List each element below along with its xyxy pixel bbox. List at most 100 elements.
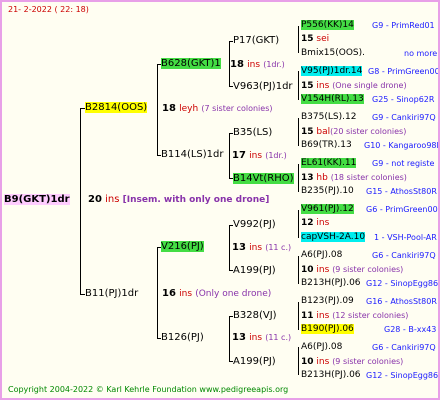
ancestor-colony[interactable]: A6(PJ).08 (301, 342, 342, 352)
gen3-a1-colony: P17(GKT) (233, 35, 279, 46)
ancestor-row: V95(PJ)1dr.14 (301, 66, 363, 77)
ancestor-row: Bmix15(OOS). (301, 48, 365, 59)
gen2-c-name[interactable]: V216(PJ) (161, 241, 204, 252)
ancestor-colony[interactable]: B69(TR).13 (301, 140, 352, 150)
copyright-footer: Copyright 2004-2022 © Karl Kehrle Founda… (8, 385, 289, 394)
ancestor-colony[interactable]: V95(PJ)1dr.14 (301, 66, 363, 76)
mating-note: (20 sister colonies) (330, 127, 407, 136)
gen1-top-info: 18 leyh (7 sister colonies) (162, 103, 273, 115)
gen3-c1-name[interactable]: V992(PJ) (233, 219, 276, 230)
gen2-b-unit: ins (249, 151, 263, 161)
ancestor-row: B213H(PJ).06 (301, 278, 361, 289)
mating-row: 15 ins (One single drone) (301, 80, 407, 92)
mating-row: 15 sei (301, 34, 329, 45)
gen2-c-info: 13 ins (11 c.) (232, 242, 291, 254)
ancestor-row: B375(LS).12 (301, 112, 356, 123)
gen1-top-note: (7 sister colonies) (201, 104, 273, 113)
mating-unit: bal (316, 127, 331, 137)
gen3-a2-colony: V963(PJ)1dr (233, 81, 293, 92)
ancestor-colony[interactable]: B213H(PJ).06 (301, 278, 361, 288)
ancestor-info: G12 - SinopEgg86R (366, 279, 440, 288)
ancestor-row: P556(KK)14 (301, 20, 354, 31)
gen3-c2-name[interactable]: A199(PJ) (233, 265, 276, 276)
ancestor-row: B235(PJ).10 (301, 186, 354, 197)
gen3-b1-colony: B35(LS) (233, 127, 272, 138)
mating-row: 11 ins (12 sister colonies) (301, 310, 408, 322)
connector (229, 133, 230, 179)
ancestor-info: G9 - Cankiri97Q (372, 113, 436, 122)
mating-note: (One single drone) (332, 81, 407, 90)
gen2-a-number: 18 (230, 59, 244, 70)
gen2-b-name[interactable]: B114(LS)1dr (161, 149, 224, 160)
gen2-c-unit: ins (249, 243, 263, 253)
mating-row: 10 ins (9 sister colonies) (301, 356, 403, 368)
mating-row: 12 ins (301, 218, 329, 229)
root-note: [Insem. with only one drone] (122, 195, 270, 205)
ancestor-colony[interactable]: B190(PJ).06 (301, 324, 354, 334)
ancestor-info: G28 - B-xx43 (384, 325, 437, 334)
gen2-d-number: 13 (232, 332, 246, 343)
ancestor-row: V961(PJ).12 (301, 204, 354, 215)
ancestor-colony[interactable]: B123(PJ).09 (301, 296, 354, 306)
gen3-d2-name[interactable]: A199(PJ) (233, 356, 276, 367)
root-insemination: 20 ins [Insem. with only one drone] (88, 194, 269, 206)
connector (229, 225, 230, 271)
gen2-b-colony: B114(LS)1dr (161, 149, 224, 161)
gen2-a-name[interactable]: B628(GKT)1 (161, 58, 221, 69)
gen2-d-name[interactable]: B126(PJ) (161, 332, 204, 343)
pedigree-frame: 21- 2-2022 ( 22: 18) B9(GKT)1dr 20 ins [… (0, 0, 440, 400)
connector (298, 302, 299, 330)
ancestor-colony[interactable]: A6(PJ).08 (301, 250, 342, 260)
ancestor-row: EL61(KK).11 (301, 158, 357, 169)
mating-unit: ins (316, 265, 330, 275)
mating-note: (12 sister colonies) (332, 311, 409, 320)
mating-number: 15 (301, 34, 314, 44)
gen1-top-name[interactable]: B2814(OOS) (85, 102, 148, 113)
ancestor-colony[interactable]: P556(KK)14 (301, 20, 354, 30)
gen3-d2-colony: A199(PJ) (233, 356, 276, 367)
mating-note: (18 sister colonies) (330, 173, 407, 182)
gen3-b2-name[interactable]: B14Vt(RHO) (233, 173, 294, 184)
mating-number: 10 (301, 265, 314, 275)
ancestor-info: G9 - not registe (372, 159, 435, 168)
gen3-d1-colony: B328(VJ) (233, 310, 277, 321)
connector (298, 256, 299, 284)
gen3-d1-name[interactable]: B328(VJ) (233, 310, 277, 321)
ancestor-row: A6(PJ).08 (301, 250, 342, 261)
mating-number: 15 (301, 127, 314, 137)
gen3-a1-name[interactable]: P17(GKT) (233, 35, 279, 46)
gen3-a2-name[interactable]: V963(PJ)1dr (233, 81, 293, 92)
connector (298, 26, 299, 53)
ancestor-colony[interactable]: V961(PJ).12 (301, 204, 354, 214)
ancestor-colony[interactable]: capVSH-2A.10 (301, 232, 366, 242)
gen2-d-colony: B126(PJ) (161, 332, 204, 344)
ancestor-colony[interactable]: Bmix15(OOS). (301, 48, 365, 58)
gen2-b-number: 17 (232, 150, 246, 161)
ancestor-info: G12 - SinopEgg86R (366, 371, 440, 380)
gen3-c1-colony: V992(PJ) (233, 219, 276, 230)
ancestor-row: V154H(RL).13 (301, 94, 364, 105)
ancestor-colony[interactable]: EL61(KK).11 (301, 158, 357, 168)
gen3-b1-name[interactable]: B35(LS) (233, 127, 272, 138)
gen1-bottom-info: 16 ins (Only one drone) (162, 288, 271, 300)
ancestor-colony[interactable]: B213H(PJ).06 (301, 370, 361, 380)
root-name[interactable]: B9(GKT)1dr (4, 194, 70, 205)
ancestor-info: G8 - PrimGreen00 (368, 67, 440, 76)
ancestor-colony[interactable]: B375(LS).12 (301, 112, 356, 122)
ancestor-info: G6 - PrimGreen00 (366, 205, 438, 214)
gen1-bottom-name[interactable]: B11(PJ)1dr (85, 288, 138, 299)
ancestor-colony[interactable]: V154H(RL).13 (301, 94, 364, 104)
root-colony: B9(GKT)1dr (4, 194, 70, 206)
root-unit: ins (105, 194, 120, 205)
gen2-c-note: (11 c.) (265, 243, 292, 252)
connector (229, 316, 230, 362)
ancestor-row: B213H(PJ).06 (301, 370, 361, 381)
ancestor-info: G6 - Cankiri97Q (372, 343, 436, 352)
ancestor-info: no more (404, 49, 438, 58)
ancestor-info: G25 - Sinop62R (372, 95, 435, 104)
gen3-b2-colony: B14Vt(RHO) (233, 173, 294, 184)
ancestor-info: G9 - PrimRed01 (372, 21, 435, 30)
gen2-d-info: 13 ins (11 c.) (232, 332, 291, 344)
mating-row: 13 hb (18 sister colonies) (301, 172, 407, 184)
ancestor-colony[interactable]: B235(PJ).10 (301, 186, 354, 196)
